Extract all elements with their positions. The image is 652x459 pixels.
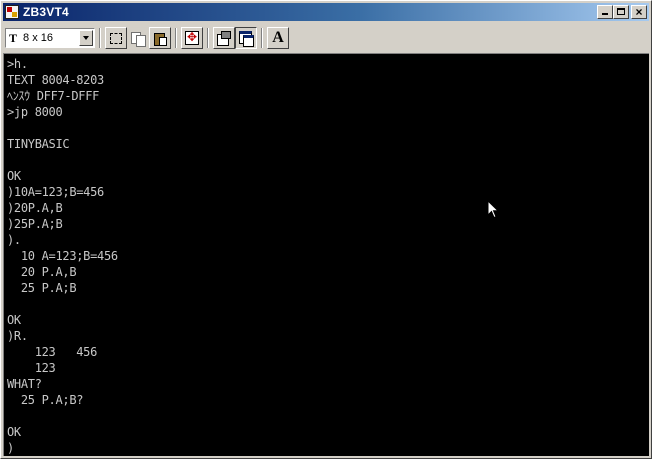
- terminal-line: 25 P.A;B: [7, 281, 77, 295]
- properties-button[interactable]: [213, 27, 235, 49]
- minimize-button[interactable]: [597, 5, 613, 19]
- minimize-icon: [602, 13, 608, 15]
- title-bar[interactable]: ZB3VT4 ×: [3, 3, 649, 21]
- terminal-line: TINYBASIC: [7, 137, 70, 151]
- terminal-line: OK: [7, 313, 21, 327]
- terminal-line: OK: [7, 425, 21, 439]
- terminal-line: OK: [7, 169, 21, 183]
- font-size-select[interactable]: T 8 x 16: [5, 28, 95, 48]
- window-title: ZB3VT4: [23, 5, 69, 19]
- terminal-line: 20 P.A,B: [7, 265, 77, 279]
- paste-button[interactable]: [149, 27, 171, 49]
- terminal-output: >h. TEXT 8004-8203 ﾍﾝｽｳ DFF7-DFFF >jp 8000 T…: [7, 56, 118, 456]
- window-button[interactable]: [235, 27, 257, 49]
- font-button[interactable]: A: [267, 27, 289, 49]
- terminal-line: )25P.A;B: [7, 217, 63, 231]
- properties-icon: [217, 31, 231, 46]
- terminal-screen[interactable]: >h. TEXT 8004-8203 ﾍﾝｽｳ DFF7-DFFF >jp 8000 T…: [3, 53, 649, 456]
- terminal-line: 123: [7, 361, 56, 375]
- terminal-line: >h.: [7, 57, 28, 71]
- select-button[interactable]: [105, 27, 127, 49]
- toolbar-separator: [175, 28, 177, 48]
- window-icon: [238, 31, 254, 47]
- terminal-window: ZB3VT4 × T 8 x 16 A >h. TEXT 8004-8203 ﾍﾝｽ…: [0, 0, 652, 459]
- copy-icon: [131, 31, 146, 47]
- terminal-line: 123 456: [7, 345, 98, 359]
- terminal-line: 10 A=123;B=456: [7, 249, 118, 263]
- terminal-line: TEXT 8004-8203: [7, 73, 104, 87]
- terminal-line: >jp 8000: [7, 105, 63, 119]
- window-controls: ×: [597, 5, 647, 19]
- font-type-icon: T: [9, 30, 18, 45]
- terminal-line: )R.: [7, 329, 28, 343]
- terminal-line: )20P.A,B: [7, 201, 63, 215]
- maximize-button[interactable]: [613, 5, 629, 19]
- terminal-line: ﾍﾝｽｳ DFF7-DFFF: [7, 89, 100, 103]
- paste-icon: [153, 31, 167, 46]
- mouse-cursor-icon: [487, 200, 499, 219]
- app-icon[interactable]: [5, 5, 19, 19]
- copy-button[interactable]: [127, 27, 149, 49]
- close-icon: ×: [635, 5, 643, 19]
- chevron-down-icon[interactable]: [79, 30, 93, 46]
- terminal-line: ): [7, 441, 14, 455]
- toolbar: T 8 x 16 A: [3, 25, 649, 51]
- font-icon: A: [272, 29, 284, 46]
- toolbar-separator: [261, 28, 263, 48]
- close-button[interactable]: ×: [631, 5, 647, 19]
- toolbar-separator: [207, 28, 209, 48]
- maximize-icon: [617, 8, 625, 15]
- terminal-line: )10A=123;B=456: [7, 185, 104, 199]
- font-size-value: 8 x 16: [23, 32, 53, 44]
- terminal-line: ).: [7, 233, 21, 247]
- terminal-line: WHAT?: [7, 377, 42, 391]
- select-icon: [110, 32, 122, 44]
- toolbar-separator: [99, 28, 101, 48]
- terminal-line: 25 P.A;B?: [7, 393, 84, 407]
- move-icon: [185, 29, 199, 45]
- move-button[interactable]: [181, 27, 203, 49]
